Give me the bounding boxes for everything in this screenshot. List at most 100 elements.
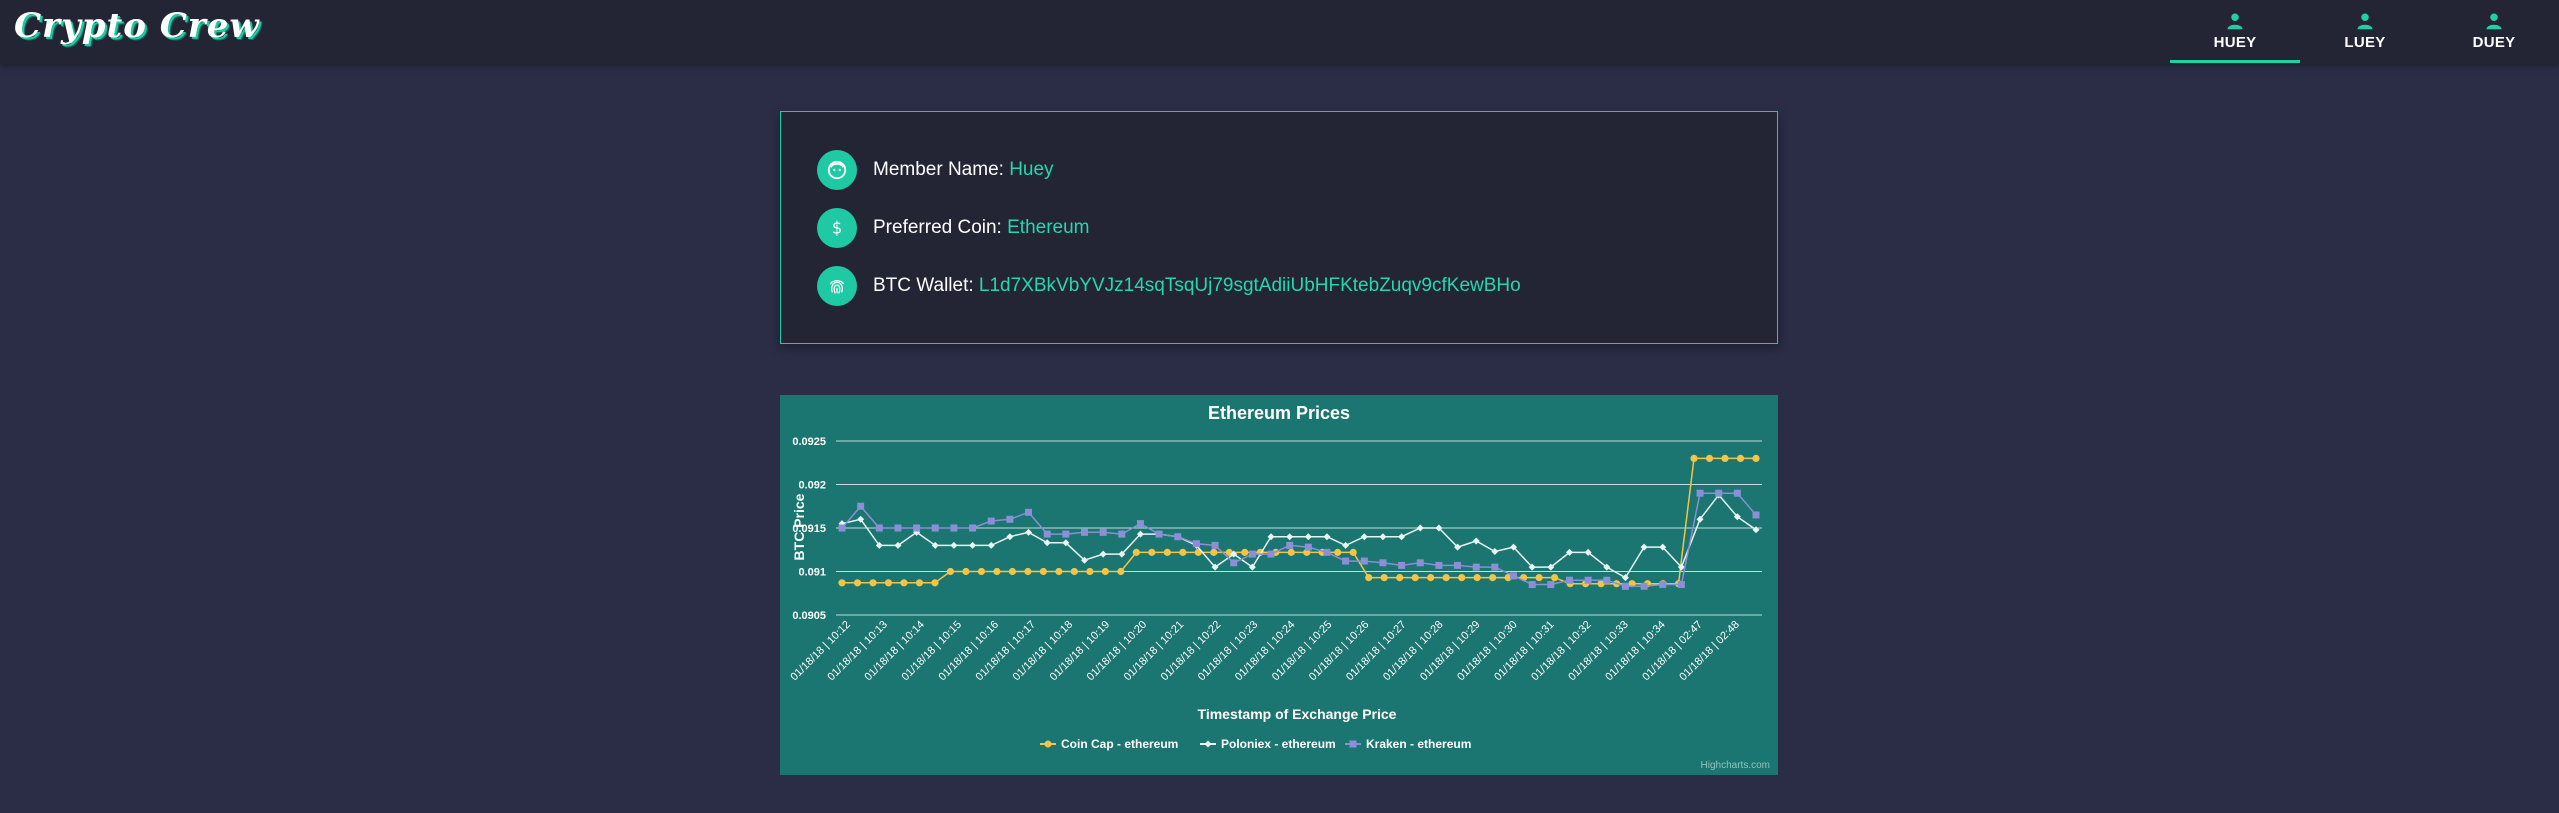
data-point[interactable] bbox=[946, 567, 955, 576]
data-point[interactable] bbox=[969, 541, 977, 549]
data-point[interactable] bbox=[1398, 561, 1406, 569]
data-point[interactable] bbox=[1696, 489, 1704, 497]
data-point[interactable] bbox=[1025, 528, 1033, 536]
data-point[interactable] bbox=[1416, 559, 1424, 567]
data-point[interactable] bbox=[1192, 540, 1200, 548]
data-point[interactable] bbox=[993, 567, 1001, 576]
data-point[interactable] bbox=[1055, 567, 1063, 576]
data-point[interactable] bbox=[1551, 573, 1559, 582]
data-point[interactable] bbox=[884, 579, 893, 587]
data-point[interactable] bbox=[1473, 573, 1481, 582]
data-point[interactable] bbox=[1510, 572, 1518, 580]
data-point[interactable] bbox=[1715, 489, 1723, 497]
data-point[interactable] bbox=[1360, 557, 1368, 565]
data-point[interactable] bbox=[1230, 559, 1238, 567]
data-point[interactable] bbox=[1210, 548, 1218, 556]
data-point[interactable] bbox=[1179, 548, 1187, 556]
tab-duey[interactable]: DUEY bbox=[2429, 0, 2559, 60]
data-point[interactable] bbox=[1380, 573, 1388, 582]
data-point[interactable] bbox=[969, 524, 977, 532]
data-point[interactable] bbox=[1472, 563, 1480, 571]
data-point[interactable] bbox=[1008, 567, 1017, 576]
tab-huey[interactable]: HUEY bbox=[2170, 0, 2300, 63]
data-point[interactable] bbox=[1039, 567, 1047, 576]
btc-wallet-value[interactable]: L1d7XBkVbYVJz14sqTsqUj79sgtAdiiUbHFKtebZ… bbox=[979, 275, 1521, 296]
data-point[interactable] bbox=[1286, 541, 1294, 549]
data-point[interactable] bbox=[1677, 581, 1685, 589]
data-point[interactable] bbox=[838, 524, 846, 532]
data-point[interactable] bbox=[1379, 559, 1387, 567]
data-point[interactable] bbox=[1535, 573, 1543, 582]
data-point[interactable] bbox=[869, 579, 877, 587]
data-point[interactable] bbox=[1086, 567, 1094, 576]
data-point[interactable] bbox=[1342, 541, 1350, 549]
data-point[interactable] bbox=[1043, 530, 1051, 538]
data-point[interactable] bbox=[1101, 567, 1109, 576]
data-point[interactable] bbox=[1024, 567, 1032, 576]
data-point[interactable] bbox=[1721, 454, 1729, 462]
data-point[interactable] bbox=[1379, 533, 1387, 541]
data-point[interactable] bbox=[1491, 563, 1499, 571]
data-point[interactable] bbox=[853, 579, 862, 587]
data-point[interactable] bbox=[1323, 548, 1331, 556]
data-point[interactable] bbox=[931, 579, 939, 587]
data-point[interactable] bbox=[1248, 550, 1256, 558]
data-point[interactable] bbox=[987, 517, 995, 525]
data-point[interactable] bbox=[1454, 561, 1462, 569]
data-point[interactable] bbox=[1062, 530, 1070, 538]
app-logo[interactable]: Crypto Crew bbox=[14, 6, 260, 46]
data-point[interactable] bbox=[1621, 582, 1629, 590]
data-point[interactable] bbox=[1411, 573, 1419, 582]
legend-item[interactable]: Kraken - ethereum bbox=[1345, 737, 1471, 751]
data-point[interactable] bbox=[1584, 576, 1592, 584]
data-point[interactable] bbox=[1287, 548, 1295, 556]
data-point[interactable] bbox=[1365, 573, 1373, 582]
data-point[interactable] bbox=[1752, 511, 1760, 519]
data-point[interactable] bbox=[1442, 573, 1450, 582]
data-point[interactable] bbox=[1640, 543, 1648, 551]
data-point[interactable] bbox=[1286, 533, 1294, 541]
data-point[interactable] bbox=[1752, 454, 1760, 462]
data-point[interactable] bbox=[977, 567, 986, 576]
data-point[interactable] bbox=[1155, 530, 1163, 538]
data-point[interactable] bbox=[1136, 520, 1144, 528]
data-point[interactable] bbox=[1006, 533, 1014, 541]
data-point[interactable] bbox=[1640, 582, 1648, 590]
data-point[interactable] bbox=[1736, 454, 1745, 462]
data-point[interactable] bbox=[931, 524, 939, 532]
data-point[interactable] bbox=[1006, 515, 1014, 523]
data-point[interactable] bbox=[1396, 573, 1404, 582]
data-point[interactable] bbox=[987, 541, 995, 549]
data-point[interactable] bbox=[1491, 547, 1499, 555]
data-point[interactable] bbox=[1118, 530, 1126, 538]
data-point[interactable] bbox=[1705, 454, 1714, 462]
data-point[interactable] bbox=[1163, 548, 1171, 556]
data-point[interactable] bbox=[1528, 581, 1536, 589]
data-point[interactable] bbox=[1621, 574, 1629, 582]
data-point[interactable] bbox=[1211, 541, 1219, 549]
data-point[interactable] bbox=[913, 524, 921, 532]
data-point[interactable] bbox=[1241, 548, 1249, 556]
data-point[interactable] bbox=[1080, 528, 1088, 536]
data-point[interactable] bbox=[962, 567, 970, 576]
data-point[interactable] bbox=[1334, 548, 1342, 556]
data-point[interactable] bbox=[900, 579, 908, 587]
data-point[interactable] bbox=[1099, 528, 1107, 536]
data-point[interactable] bbox=[1565, 576, 1573, 584]
legend-item[interactable]: Poloniex - ethereum bbox=[1200, 737, 1336, 751]
data-point[interactable] bbox=[1360, 533, 1368, 541]
data-point[interactable] bbox=[1690, 454, 1698, 462]
tab-luey[interactable]: LUEY bbox=[2300, 0, 2430, 60]
data-point[interactable] bbox=[915, 579, 924, 587]
data-point[interactable] bbox=[1489, 573, 1497, 582]
data-point[interactable] bbox=[857, 502, 865, 510]
data-point[interactable] bbox=[950, 541, 958, 549]
data-point[interactable] bbox=[1267, 533, 1275, 541]
data-point[interactable] bbox=[1025, 508, 1033, 516]
data-point[interactable] bbox=[1304, 543, 1312, 551]
data-point[interactable] bbox=[1547, 581, 1555, 589]
data-point[interactable] bbox=[1267, 550, 1275, 558]
data-point[interactable] bbox=[1099, 550, 1107, 558]
data-point[interactable] bbox=[1070, 567, 1078, 576]
data-point[interactable] bbox=[1416, 524, 1424, 532]
